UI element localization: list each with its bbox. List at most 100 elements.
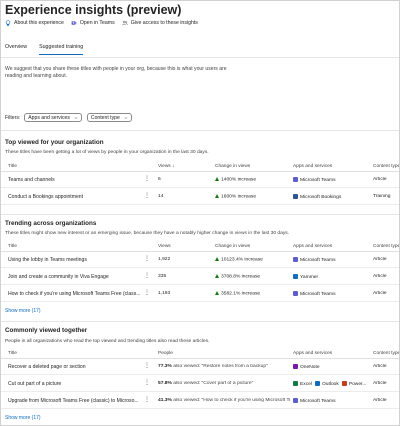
row-type: Training	[373, 194, 391, 199]
col-apps[interactable]: Apps and services	[293, 164, 332, 169]
more-options-icon[interactable]: ⋮	[144, 272, 150, 279]
row-title[interactable]: Conduct a Bookings appointment	[8, 194, 143, 200]
trending-table-header: Title Views Change in views Apps and ser…	[1, 242, 399, 252]
more-options-icon[interactable]: ⋮	[144, 289, 150, 296]
table-row[interactable]: Using the lobby in Teams meetings ⋮ 1,922 1…	[1, 252, 399, 268]
trending-title: Trending across organizations	[5, 220, 97, 227]
table-row[interactable]: Recover a deleted page or section ⋮ 77.3% …	[1, 359, 399, 375]
commonly-table-header: Title People Apps and services Content t…	[1, 349, 399, 359]
give-access-label: Give access to these insights	[130, 20, 198, 26]
row-title[interactable]: Recover a deleted page or section	[8, 364, 143, 370]
more-options-icon[interactable]: ⋮	[144, 175, 150, 182]
row-people: 77.3% also viewed: "Restore notes from a…	[158, 364, 290, 369]
row-apps: Microsoft Bookings	[293, 194, 371, 200]
row-percent: 77.3%	[158, 364, 172, 369]
row-change: 3582.1% increase	[215, 291, 290, 297]
content-type-filter-label: Content type	[90, 114, 120, 121]
row-title[interactable]: Teams and channels	[8, 177, 143, 183]
more-options-icon[interactable]: ⋮	[144, 192, 150, 199]
table-row[interactable]: Upgrade from Microsoft Teams Free (class…	[1, 393, 399, 409]
row-title[interactable]: Upgrade from Microsoft Teams Free (class…	[8, 398, 143, 404]
col-type[interactable]: Content type	[373, 164, 399, 169]
open-in-teams-link[interactable]: Open in Teams	[71, 20, 115, 26]
teams-app-icon	[293, 291, 298, 296]
table-row[interactable]: Join and create a community in Viva Enga…	[1, 269, 399, 285]
row-apps: Yammer	[293, 274, 371, 280]
header-actions: About this experience Open in Teams Give…	[5, 20, 205, 26]
commonly-desc: People in all organizations who read the…	[5, 339, 210, 344]
row-title[interactable]: How to check if you're using Microsoft T…	[8, 291, 143, 297]
col-views[interactable]: Views ↓	[158, 164, 174, 169]
row-apps: Microsoft Teams	[293, 398, 371, 404]
tab-bar: Overview Suggested training	[5, 44, 95, 55]
content-type-filter[interactable]: Content type	[86, 113, 132, 122]
row-title[interactable]: Join and create a community in Viva Enga…	[8, 274, 143, 280]
row-views: 335	[158, 274, 167, 279]
row-percent: 41.3%	[158, 398, 172, 403]
tab-overview[interactable]: Overview	[5, 44, 27, 55]
trending-show-more-link[interactable]: Show more (17)	[5, 308, 41, 314]
col-type[interactable]: Content type	[373, 351, 399, 356]
col-type[interactable]: Content type	[373, 244, 399, 249]
col-title[interactable]: Title	[8, 351, 17, 356]
sort-down-icon: ↓	[172, 164, 175, 169]
col-title[interactable]: Title	[8, 244, 17, 249]
row-type: Article	[373, 364, 387, 369]
commonly-show-more-link[interactable]: Show more (17)	[5, 415, 41, 421]
give-access-link[interactable]: Give access to these insights	[121, 20, 198, 26]
row-change-text: 1400% increase	[221, 177, 257, 183]
apps-services-filter-label: Apps and services	[28, 114, 70, 121]
onenote-app-icon	[293, 364, 298, 369]
col-apps[interactable]: Apps and services	[293, 244, 332, 249]
row-title[interactable]: Cut out part of a picture	[8, 381, 143, 387]
about-experience-link[interactable]: About this experience	[5, 20, 64, 26]
row-app-name: Microsoft Teams	[300, 258, 336, 263]
row-app-name: Microsoft Teams	[300, 178, 336, 183]
row-type: Article	[373, 257, 387, 262]
row-percent: 57.8%	[158, 381, 172, 386]
col-people[interactable]: People	[158, 351, 173, 356]
table-row[interactable]: Conduct a Bookings appointment ⋮ 14 1600% i…	[1, 189, 399, 205]
col-title[interactable]: Title	[8, 164, 17, 169]
trending-desc: These titles might show new interest or …	[5, 231, 290, 236]
table-row[interactable]: How to check if you're using Microsoft T…	[1, 286, 399, 302]
yammer-app-icon	[293, 274, 298, 279]
section-divider	[1, 130, 399, 131]
row-apps: OneNote	[293, 364, 371, 370]
col-apps[interactable]: Apps and services	[293, 351, 332, 356]
table-row[interactable]: Cut out part of a picture ⋮ 57.8% also vie…	[1, 376, 399, 392]
table-row[interactable]: Teams and channels ⋮ 6 1400% increase Micros…	[1, 172, 399, 188]
more-options-icon[interactable]: ⋮	[144, 362, 150, 369]
row-app-name: Microsoft Teams	[300, 399, 336, 404]
row-title[interactable]: Using the lobby in Teams meetings	[8, 257, 143, 263]
row-also-viewed: also viewed: "How to check if you're usi…	[171, 398, 290, 403]
filter-bar: Filters: Apps and services Content type	[5, 113, 137, 122]
col-change[interactable]: Change in views	[215, 244, 250, 249]
col-views-label: Views	[158, 164, 171, 169]
col-views[interactable]: Views	[158, 244, 171, 249]
open-in-teams-label: Open in Teams	[79, 20, 115, 26]
more-options-icon[interactable]: ⋮	[144, 255, 150, 262]
row-app-name: Outlook	[321, 382, 339, 387]
tab-suggested-training[interactable]: Suggested training	[39, 44, 84, 55]
col-change[interactable]: Change in views	[215, 164, 250, 169]
row-change-text: 3582.1% increase	[221, 291, 261, 297]
row-app-name: Microsoft Bookings	[300, 195, 342, 200]
top-viewed-title: Top viewed for your organization	[5, 139, 104, 146]
teams-app-icon	[293, 177, 298, 182]
chevron-down-icon	[124, 116, 128, 119]
row-also-viewed: also viewed: "Cover part of a picture"	[171, 381, 254, 386]
page-frame: Experience insights (preview) About this…	[0, 0, 400, 426]
teams-icon	[71, 21, 77, 25]
row-type: Article	[373, 381, 387, 386]
row-views: 6	[158, 177, 161, 182]
row-people: 57.8% also viewed: "Cover part of a pict…	[158, 381, 290, 386]
row-change: 1400% increase	[215, 177, 290, 183]
more-options-icon[interactable]: ⋮	[144, 396, 150, 403]
bookings-app-icon	[293, 194, 298, 199]
top-viewed-desc: These titles have been getting a lot of …	[5, 150, 209, 155]
more-options-icon[interactable]: ⋮	[144, 379, 150, 386]
increase-arrow-icon	[215, 177, 219, 181]
row-also-viewed: also viewed: "Restore notes from a backu…	[171, 364, 268, 369]
apps-services-filter[interactable]: Apps and services	[24, 113, 82, 122]
